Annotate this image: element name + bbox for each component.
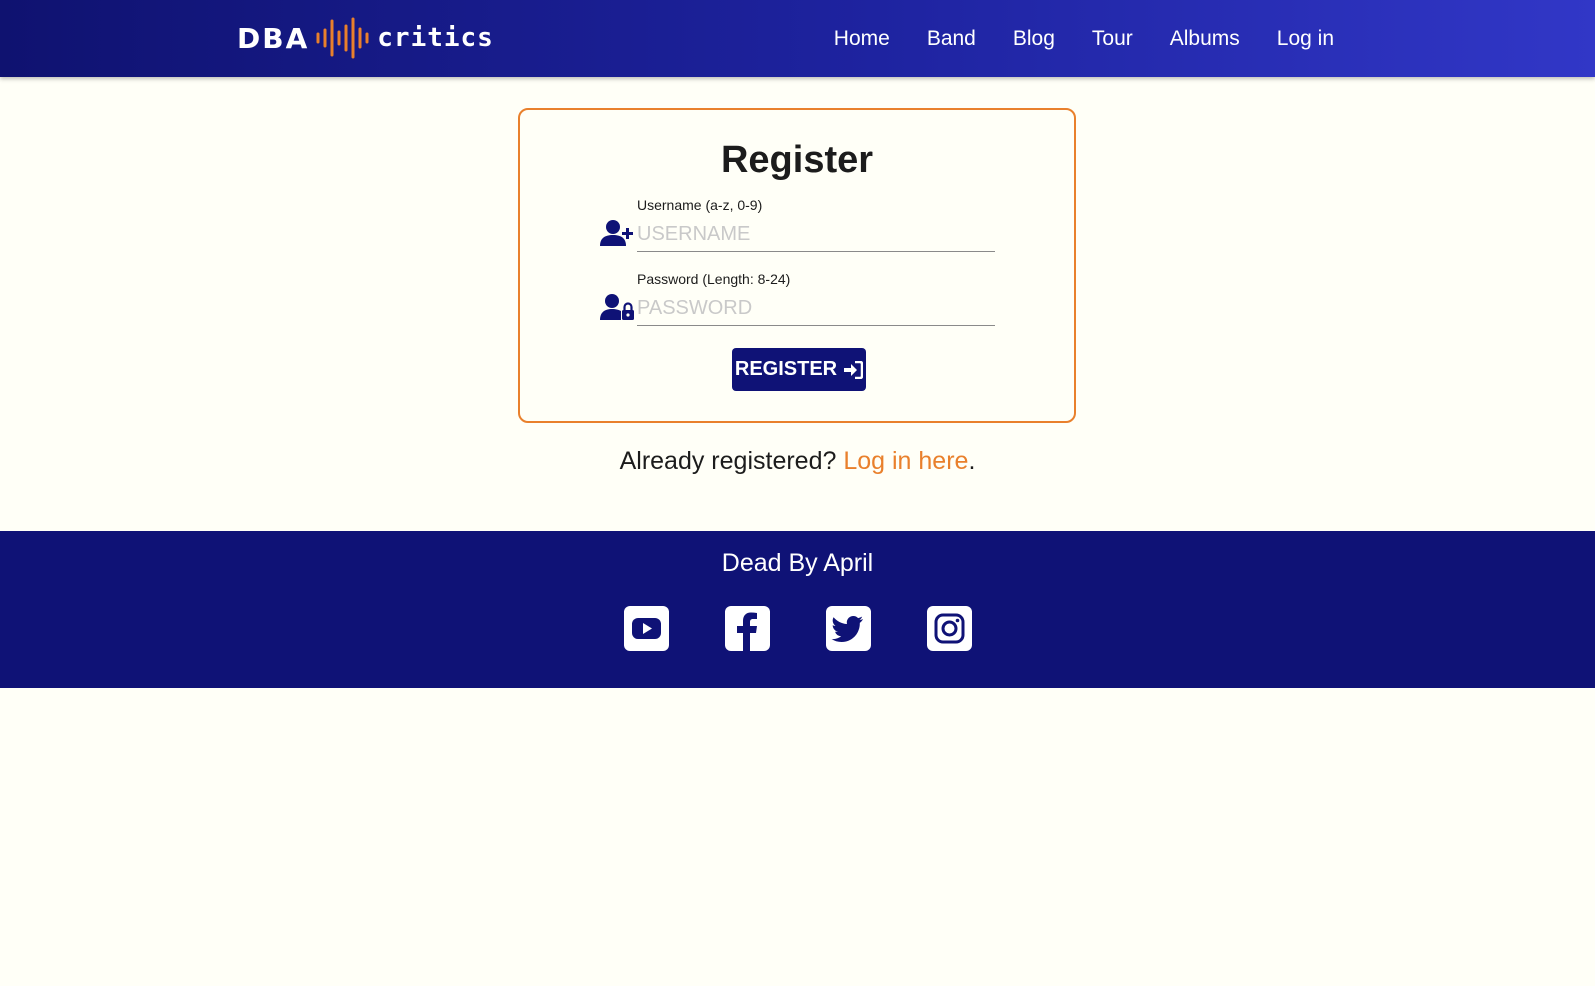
register-button[interactable]: REGISTER [732,348,866,391]
username-label: Username (a-z, 0-9) [637,197,763,213]
nav-link-tour[interactable]: Tour [1092,27,1133,51]
nav-link-home[interactable]: Home [834,27,890,51]
top-navbar: DBA critics Home Band Blog Tour Albums L… [0,0,1595,77]
twitter-icon[interactable] [825,606,871,651]
main-nav: Home Band Blog Tour Albums Log in [834,0,1334,77]
already-registered-text: Already registered? Log in here. [0,447,1595,476]
nav-link-band[interactable]: Band [927,27,976,51]
youtube-icon[interactable] [623,606,669,651]
footer-band-name: Dead By April [721,549,874,577]
already-period: . [968,447,976,475]
site-footer: Dead By April [0,531,1595,688]
instagram-icon[interactable] [926,606,972,651]
nav-link-login[interactable]: Log in [1277,27,1334,51]
register-title: Register [720,139,874,181]
logo-text-dba: DBA [237,21,310,55]
register-card: Register Username (a-z, 0-9) Password (L… [518,108,1076,423]
login-here-link[interactable]: Log in here [843,447,968,475]
soundwave-icon [316,17,369,59]
password-input[interactable] [637,291,995,326]
register-button-label: REGISTER [734,358,838,380]
social-links [0,606,1595,651]
facebook-icon[interactable] [724,606,770,651]
password-label: Password (Length: 8-24) [637,271,791,287]
logo-text-critics: critics [377,23,494,53]
nav-link-albums[interactable]: Albums [1170,27,1240,51]
username-field-group: Username (a-z, 0-9) [600,197,1000,257]
user-lock-icon [600,294,634,320]
password-field-group: Password (Length: 8-24) [600,271,1000,331]
sign-in-icon [844,360,864,379]
username-input[interactable] [637,217,995,252]
site-logo[interactable]: DBA critics [237,16,494,60]
nav-link-blog[interactable]: Blog [1013,27,1055,51]
user-plus-icon [600,220,633,246]
already-registered-label: Already registered? [619,447,837,475]
